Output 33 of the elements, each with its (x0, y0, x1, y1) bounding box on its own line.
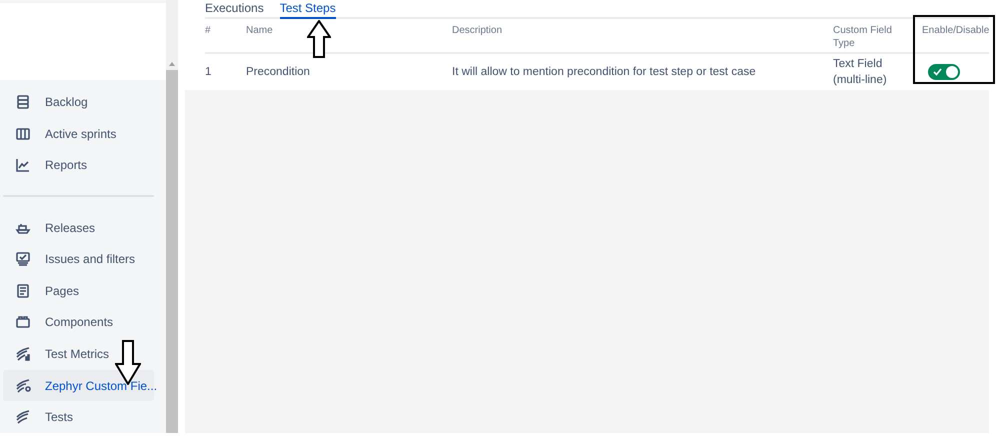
sidebar-item[interactable]: Releases (3, 212, 154, 244)
columns-icon (15, 126, 31, 142)
table-cell-text: 1 (205, 65, 212, 80)
check-icon (933, 68, 942, 76)
wing-chart-icon (15, 346, 31, 362)
column-header: Custom Field Type (833, 19, 922, 54)
table-cell-text: Precondition (246, 65, 311, 80)
document-icon (15, 282, 31, 299)
sidebar-item[interactable]: Components (3, 306, 154, 338)
line-chart-icon (15, 157, 31, 174)
sidebar-item[interactable]: Zephyr Custom Fie... (3, 370, 154, 402)
monitor-icon (15, 251, 31, 268)
table-cell-text: Text Field (multi-line) (833, 57, 888, 88)
up-arrow (307, 20, 331, 58)
sidebar-item[interactable]: Pages (3, 275, 154, 307)
column-header: # (205, 19, 246, 54)
sidebar-item[interactable]: Reports (3, 149, 154, 182)
tab[interactable]: Executions (205, 0, 264, 17)
column-header: Description (452, 19, 833, 54)
stack-icon (15, 94, 31, 110)
sidebar-item[interactable]: Backlog (3, 86, 154, 118)
sidebar-item[interactable]: Active sprints (3, 118, 154, 150)
sidebar-item[interactable]: Tests (3, 401, 154, 433)
wing-gear-icon (15, 378, 31, 394)
table-cell-text: It will allow to mention precondition for test step or test case (452, 65, 757, 80)
component-icon (15, 314, 31, 330)
tab[interactable]: Test Steps (280, 0, 336, 19)
toggle-knob (946, 66, 958, 78)
toggle-switch[interactable] (928, 64, 960, 80)
sidebar-item[interactable]: Test Metrics (3, 338, 154, 370)
column-header: Enable/Disable (922, 19, 990, 54)
wing-icon (15, 409, 31, 426)
sidebar-item[interactable]: Issues and filters (3, 243, 154, 276)
